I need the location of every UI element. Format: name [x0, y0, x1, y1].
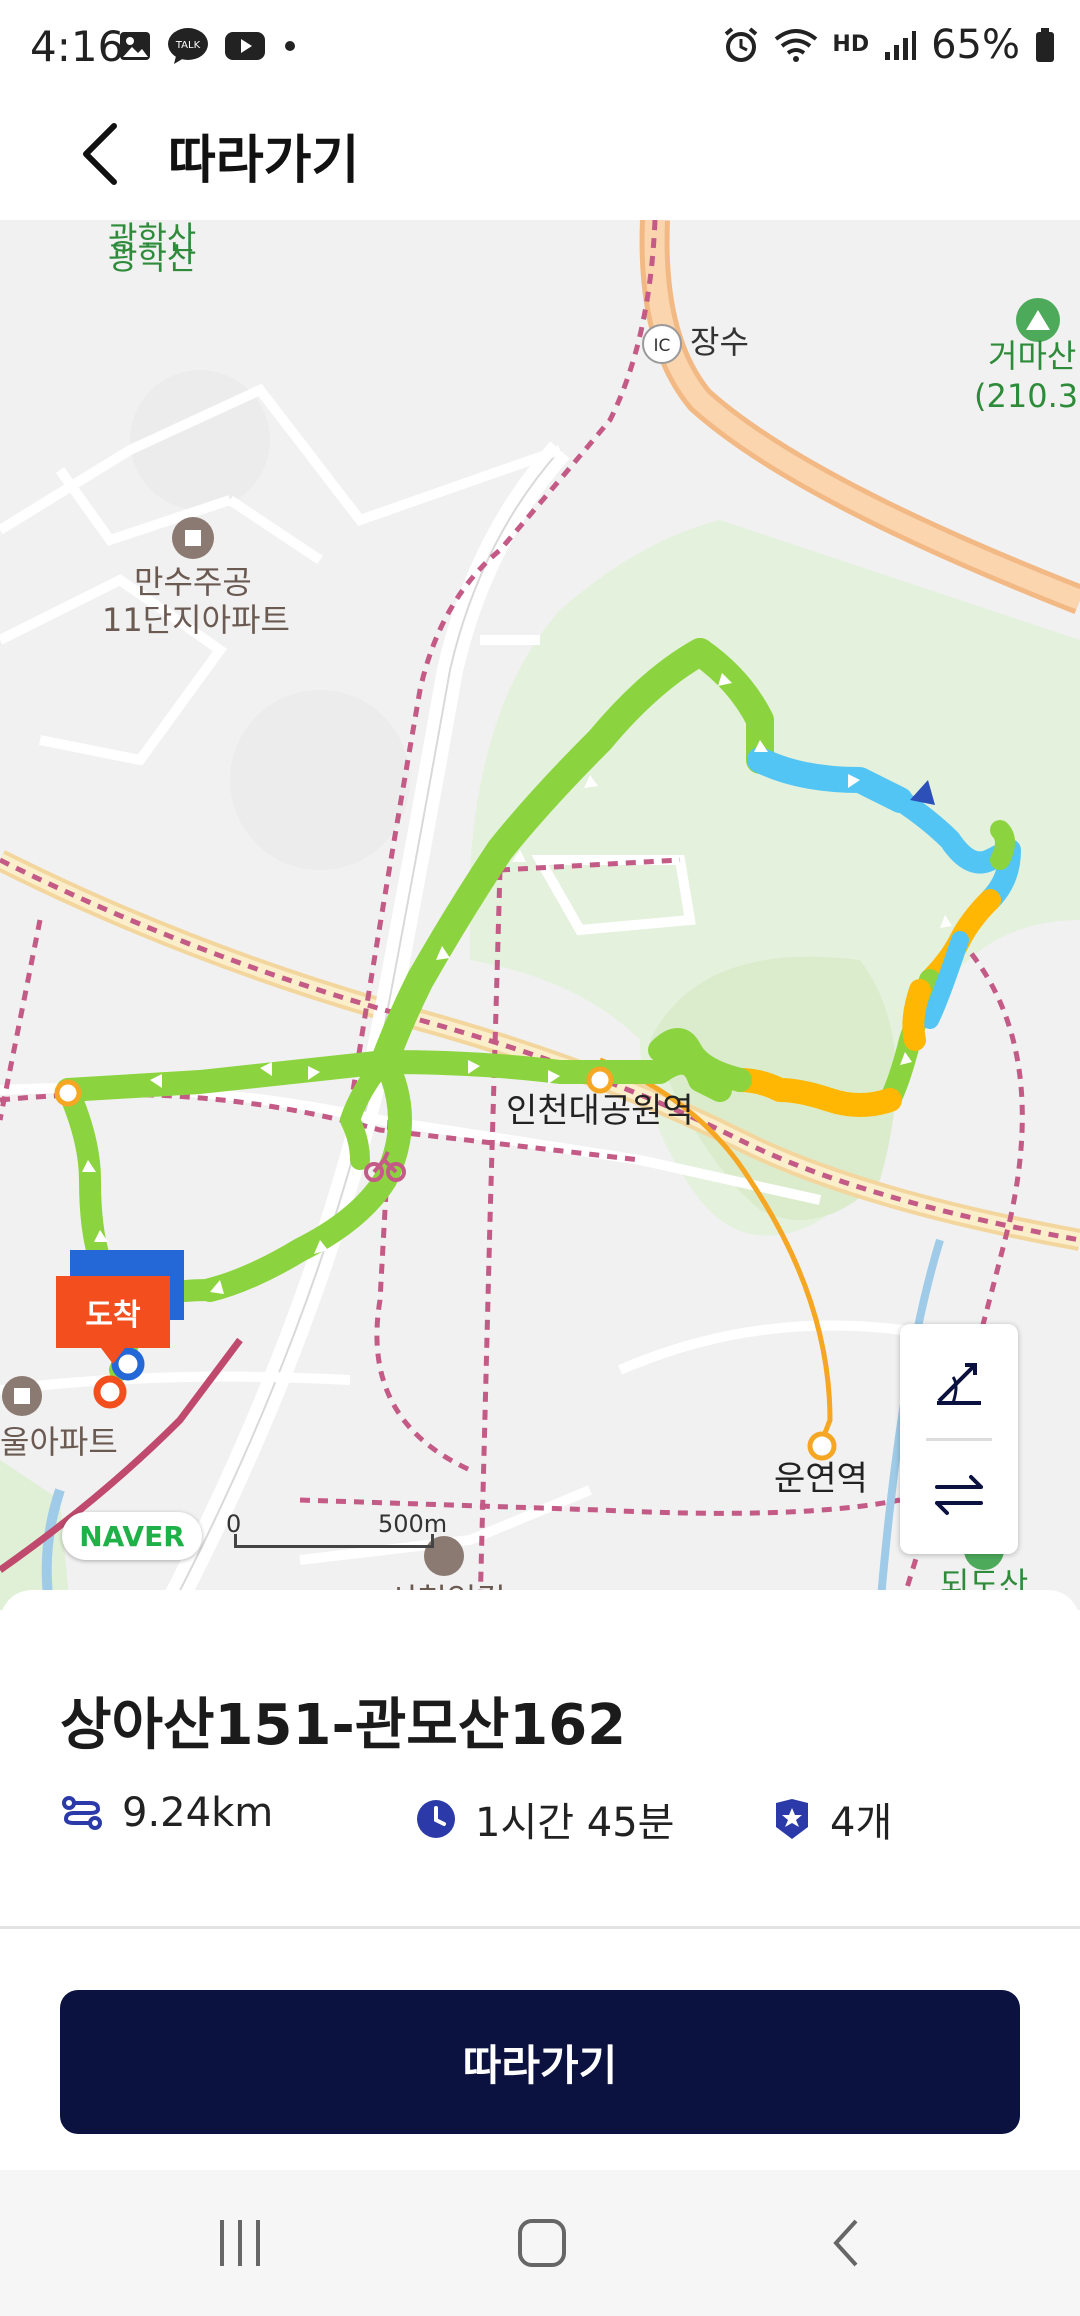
distance-stat: 9.24km — [60, 1790, 273, 1836]
talk-icon-text: TALK — [175, 40, 201, 51]
label-mansu-apt: 11단지아파트 — [102, 601, 290, 639]
label-unyeon-station: 운연역 — [774, 1459, 868, 1499]
route-distance-icon — [62, 1796, 102, 1830]
park-left — [0, 1460, 70, 1610]
duration-value: 1시간 45분 — [475, 1800, 675, 1846]
home-button[interactable] — [482, 2200, 602, 2286]
alarm-icon — [725, 27, 758, 62]
arrive-marker-label: 도착 — [56, 1276, 170, 1348]
station-dot-incheon — [586, 1066, 614, 1094]
elevation-toggle-button[interactable] — [900, 1330, 1018, 1436]
status-bar: 4:16 TALK HD 65% — [0, 0, 1080, 96]
elevation-icon — [937, 1363, 981, 1405]
distance-value: 9.24km — [122, 1790, 274, 1836]
system-nav-bar — [0, 2170, 1080, 2316]
status-left-icons: TALK — [118, 26, 300, 66]
system-back-button[interactable] — [786, 2200, 906, 2286]
app-header: 따라가기 — [0, 96, 1080, 220]
label-ul-apt: 울아파트 — [0, 1423, 118, 1461]
recent-apps-button[interactable] — [180, 2200, 300, 2286]
recent-apps-icon — [220, 2220, 260, 2266]
home-icon — [518, 2219, 566, 2267]
chevron-left-icon — [83, 123, 117, 185]
map-controls — [900, 1324, 1018, 1554]
ic-badge-text: IC — [654, 336, 671, 356]
station-dot-unyeon — [807, 1431, 837, 1461]
swap-arrows-icon — [935, 1475, 983, 1515]
talk-icon: TALK — [168, 28, 208, 64]
station-dot-left — [54, 1079, 82, 1107]
sheet-divider — [0, 1926, 1080, 1929]
duration-stat: 1시간 45분 — [415, 1790, 674, 1848]
star-badge-icon — [776, 1799, 808, 1839]
status-right: HD 65% — [722, 22, 1056, 68]
reverse-route-button[interactable] — [900, 1442, 1018, 1548]
label-mansu: 만수주공 — [134, 563, 252, 601]
controls-divider — [926, 1438, 992, 1441]
youtube-icon — [225, 32, 265, 60]
gallery-icon — [120, 32, 150, 60]
map-scale: 0 500m — [226, 1510, 447, 1558]
arrive-marker-tip — [101, 1348, 125, 1364]
wifi-icon — [775, 29, 818, 62]
signal-icon — [885, 31, 917, 60]
battery-icon — [1036, 28, 1054, 62]
battery-percent: 65% — [931, 22, 1020, 68]
count-stat: 4개 — [772, 1790, 892, 1848]
label-geomasan: 거마산 — [988, 337, 1077, 375]
route-map[interactable]: IC 광학산 광학산 장수 거마산 (210.3m 만수주공 11단지아파트 인… — [0, 220, 1080, 1610]
count-value: 4개 — [830, 1800, 893, 1846]
arrive-marker[interactable]: 도착 — [56, 1276, 170, 1368]
naver-logo: NAVER — [62, 1512, 202, 1560]
page-title: 따라가기 — [168, 131, 360, 191]
label-incheon-park-station: 인천대공원역 — [506, 1091, 694, 1131]
notification-dot-icon — [285, 41, 295, 51]
scale-bar — [234, 1534, 434, 1548]
hd-voice-label: HD — [832, 32, 870, 57]
status-time: 4:16 — [30, 22, 125, 71]
clock-icon — [417, 1800, 455, 1838]
label-geomasan-height: (210.3m — [974, 377, 1080, 415]
route-name: 상아산151-관모산162 — [60, 1693, 627, 1758]
back-chevron-icon — [833, 2219, 858, 2267]
label-jangsu: 장수 — [690, 323, 749, 361]
route-stats: 9.24km 1시간 45분 4개 — [60, 1790, 1040, 1850]
follow-button[interactable]: 따라가기 — [60, 1990, 1020, 2134]
route-info-sheet: 상아산151-관모산162 9.24km 1시간 45분 4개 따라가기 — [0, 1590, 1080, 2170]
end-point — [93, 1375, 127, 1409]
back-button[interactable] — [60, 114, 140, 194]
label-gwanghaksan: 광학산 — [108, 239, 197, 277]
